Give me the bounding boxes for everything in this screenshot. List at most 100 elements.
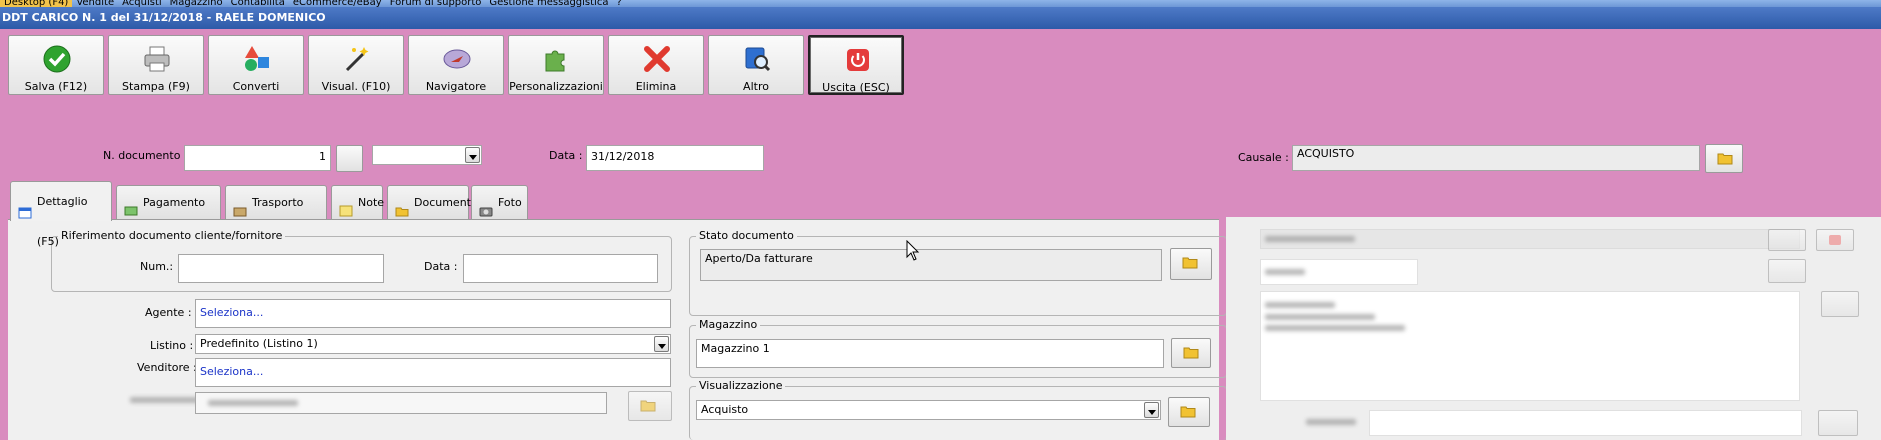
menu-item-7[interactable]: Gestione messaggistica — [485, 0, 612, 7]
num-label: Num.: — [140, 260, 174, 273]
magazzino-title: Magazzino — [696, 318, 761, 331]
menu-item-8[interactable]: ? — [612, 0, 625, 7]
obscured-right-delete-button[interactable] — [1816, 229, 1854, 251]
elimina-label: Elimina — [635, 80, 677, 93]
folder-icon — [395, 197, 409, 217]
delete-x-icon — [642, 44, 672, 74]
chevron-down-icon[interactable] — [654, 336, 669, 352]
tab-label: Documenti — [414, 196, 475, 209]
window-icon — [18, 196, 32, 219]
agente-field[interactable]: Seleziona... — [195, 299, 671, 328]
data-field[interactable]: 31/12/2018 — [586, 145, 764, 171]
salva-button[interactable]: Salva (F12) — [8, 35, 104, 95]
riferimento-data-field[interactable] — [463, 254, 658, 283]
obscured-right-button-3[interactable] — [1821, 291, 1859, 317]
navigatore-label: Navigatore — [425, 80, 487, 93]
tab-dettaglio[interactable]: Dettaglio (F5) — [10, 181, 112, 248]
converti-button[interactable]: Converti — [208, 35, 304, 95]
altro-button[interactable]: Altro — [708, 35, 804, 95]
truck-icon — [233, 197, 247, 217]
folder-icon — [640, 400, 656, 412]
menu-bar: Desktop (F4) Vendite Acquisti Magazzino Cont… — [0, 0, 1881, 7]
magazzino-lookup-button[interactable] — [1171, 338, 1211, 368]
tab-note[interactable]: Note — [331, 185, 384, 219]
stato-documento-title: Stato documento — [696, 229, 797, 242]
riferimento-title: Riferimento documento cliente/fornitore — [58, 229, 286, 242]
folder-icon — [1717, 153, 1733, 165]
tab-pagamento[interactable]: Pagamento (F6) — [116, 185, 221, 243]
n-documento-field[interactable]: 1 — [184, 145, 331, 171]
obscured-lookup-button[interactable] — [628, 391, 672, 421]
chevron-down-icon[interactable] — [1144, 402, 1159, 418]
altro-label: Altro — [743, 80, 769, 93]
tab-label: Foto — [498, 196, 522, 209]
uscita-button[interactable]: Uscita (ESC) — [808, 35, 904, 95]
num-field[interactable] — [178, 254, 384, 283]
folder-icon — [1180, 406, 1196, 418]
stato-documento-field[interactable]: Aperto/Da fatturare — [700, 249, 1162, 281]
tab-trasporto[interactable]: Trasporto (F8) — [225, 185, 327, 243]
visualizzazione-lookup-button[interactable] — [1168, 397, 1210, 427]
power-icon — [843, 45, 873, 75]
visualizzazione-value: Acquisto — [701, 403, 749, 416]
menu-item-5[interactable]: eCommerce/eBay — [289, 0, 386, 7]
tab-foto[interactable]: Foto — [471, 185, 528, 219]
elimina-button[interactable]: Elimina — [608, 35, 704, 95]
uscita-label: Uscita (ESC) — [822, 81, 890, 94]
obscured-right-button-2[interactable] — [1768, 259, 1806, 283]
data-label: Data : — [549, 149, 583, 162]
folder-icon — [1182, 257, 1198, 269]
causale-field[interactable]: ACQUISTO — [1292, 145, 1700, 171]
stato-documento-lookup-button[interactable] — [1170, 248, 1212, 280]
folder-icon — [1183, 347, 1199, 359]
money-icon — [124, 197, 138, 216]
chevron-down-icon[interactable] — [465, 147, 480, 163]
causale-lookup-button[interactable] — [1705, 144, 1743, 173]
personalizzazioni-button[interactable]: Personalizzazioni — [508, 35, 604, 95]
stampa-button[interactable]: Stampa (F9) — [108, 35, 204, 95]
shapes-icon — [242, 44, 272, 74]
tab-documenti[interactable]: Documenti — [387, 185, 474, 219]
magic-wand-icon — [342, 44, 372, 74]
listino-select[interactable]: Predefinito (Listino 1) — [195, 334, 671, 354]
stampa-label: Stampa (F9) — [122, 80, 190, 93]
obscured-right-panel — [1226, 217, 1881, 440]
venditore-label: Venditore : — [137, 361, 197, 374]
check-icon — [42, 44, 72, 74]
menu-item-3[interactable]: Magazzino — [166, 0, 227, 7]
causale-label: Causale : — [1238, 151, 1289, 164]
magazzino-field[interactable]: Magazzino 1 — [696, 339, 1164, 368]
venditore-field[interactable]: Seleziona... — [195, 358, 671, 387]
menu-item-2[interactable]: Acquisti — [118, 0, 166, 7]
obscured-right-button[interactable] — [1768, 229, 1806, 251]
camera-icon — [479, 197, 493, 217]
compass-icon — [442, 44, 472, 74]
menu-item-0[interactable]: Desktop (F4) — [0, 0, 73, 7]
menu-item-1[interactable]: Vendite — [72, 0, 118, 7]
converti-label: Converti — [232, 80, 280, 93]
agente-label: Agente : — [145, 306, 192, 319]
obscured-right-button-4[interactable] — [1818, 410, 1858, 436]
obscured-bottom-field[interactable] — [1369, 410, 1802, 436]
listino-label: Listino : — [150, 339, 194, 352]
book-search-icon — [742, 44, 772, 74]
puzzle-icon — [542, 44, 572, 74]
visual-button[interactable]: Visual. (F10) — [308, 35, 404, 95]
navigatore-button[interactable]: Navigatore — [408, 35, 504, 95]
note-icon — [339, 197, 353, 217]
personalizzazioni-label: Personalizzazioni — [509, 80, 603, 93]
mouse-cursor-icon — [906, 240, 920, 261]
printer-icon — [142, 44, 172, 74]
visual-label: Visual. (F10) — [321, 80, 391, 93]
obscured-address-box — [1260, 291, 1800, 401]
visualizzazione-title: Visualizzazione — [696, 379, 786, 392]
obscured-field[interactable] — [195, 392, 607, 414]
listino-value: Predefinito (Listino 1) — [200, 337, 318, 350]
menu-item-6[interactable]: Forum di supporto — [386, 0, 486, 7]
menu-item-4[interactable]: Contabilità — [227, 0, 289, 7]
riferimento-data-label: Data : — [424, 260, 458, 273]
window-title: DDT CARICO N. 1 del 31/12/2018 - RAELE D… — [0, 7, 1881, 29]
visualizzazione-select[interactable]: Acquisto — [696, 400, 1161, 420]
n-documento-side-button[interactable] — [336, 145, 363, 172]
n-documento-series-select[interactable] — [372, 145, 482, 165]
